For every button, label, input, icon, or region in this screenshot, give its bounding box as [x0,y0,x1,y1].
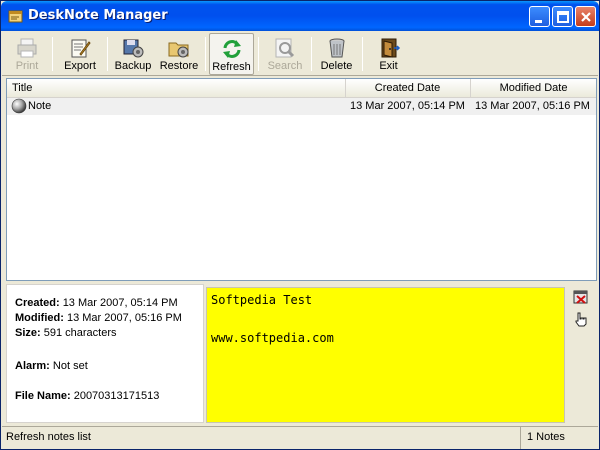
delete-label: Delete [320,60,353,72]
backup-label: Backup [114,60,152,72]
created-label: Created: [15,297,60,309]
column-header-created[interactable]: Created Date [345,79,469,98]
window-title: DeskNote Manager [28,8,168,23]
export-button[interactable]: Export [56,33,104,75]
toolbar: Print Export Backup Restore Refresh Sear… [2,31,598,76]
search-icon [275,38,295,58]
notes-count: 1 Notes [527,431,565,443]
status-bar: Refresh notes list 1 Notes [2,426,598,449]
export-icon [71,39,91,58]
column-header-title[interactable]: Title [12,79,342,98]
exit-label: Exit [379,60,398,72]
app-notebook-icon [7,7,25,25]
close-button[interactable] [575,6,596,27]
filename-row: File Name: 20070313171513 [15,390,159,402]
maximize-icon [557,11,569,23]
restore-icon [168,42,189,58]
export-label: Export [64,60,96,72]
refresh-button[interactable]: Refresh [209,33,254,75]
search-label: Search [267,60,303,72]
alarm-row: Alarm: Not set [15,360,88,372]
backup-icon [123,39,144,58]
restore-label: Restore [159,60,199,72]
note-modified-date: 13 Mar 2007, 05:16 PM [475,100,590,112]
minimize-icon [535,20,542,23]
title-bar[interactable]: DeskNote Manager [1,1,599,31]
refresh-icon [222,40,241,58]
notes-list[interactable]: Title Created Date Modified Date Note 13… [6,78,597,281]
note-title: Note [28,100,52,112]
note-line-2: www.softpedia.com [211,331,334,345]
note-preview[interactable]: Softpedia Test www.softpedia.com [206,287,565,423]
size-value: 591 characters [43,327,117,339]
toolbar-separator [107,37,108,71]
size-row: Size: 591 characters [15,327,117,339]
toolbar-separator [258,37,259,71]
close-icon [581,12,591,22]
pointer-hand-icon[interactable] [573,311,589,327]
toolbar-separator [205,37,206,71]
close-note-icon[interactable] [573,289,589,305]
maximize-button[interactable] [552,6,573,27]
refresh-label: Refresh [212,61,251,73]
size-label: Size: [15,327,41,339]
note-line-1: Softpedia Test [211,293,313,307]
status-count-panel: 1 Notes [520,427,598,449]
list-item[interactable]: Note 13 Mar 2007, 05:14 PM 13 Mar 2007, … [7,98,596,115]
exit-button[interactable]: Exit [366,33,411,75]
list-header: Title Created Date Modified Date [7,79,596,98]
delete-button[interactable]: Delete [314,33,359,75]
print-label: Print [15,60,39,72]
search-button[interactable]: Search [261,33,309,75]
created-row: Created: 13 Mar 2007, 05:14 PM [15,297,178,309]
filename-value: 20070313171513 [73,390,160,402]
alarm-label: Alarm: [15,360,50,372]
column-header-modified[interactable]: Modified Date [470,79,596,98]
toolbar-separator [52,37,53,71]
print-button[interactable]: Print [6,33,48,75]
modified-label: Modified: [15,312,64,324]
app-window: DeskNote Manager Print Export Backup Res… [0,0,600,450]
printer-icon [17,38,37,58]
toolbar-separator [311,37,312,71]
exit-door-icon [381,38,400,58]
alarm-value: Not set [52,360,88,372]
trash-icon [329,38,344,58]
modified-value: 13 Mar 2007, 05:16 PM [66,312,182,324]
backup-button[interactable]: Backup [110,33,156,75]
modified-row: Modified: 13 Mar 2007, 05:16 PM [15,312,182,324]
note-sphere-icon [11,98,27,114]
toolbar-separator [362,37,363,71]
created-value: 13 Mar 2007, 05:14 PM [62,297,178,309]
minimize-button[interactable] [529,6,550,27]
note-created-date: 13 Mar 2007, 05:14 PM [350,100,465,112]
restore-button[interactable]: Restore [156,33,202,75]
filename-label: File Name: [15,390,71,402]
note-details-panel: Created: 13 Mar 2007, 05:14 PM Modified:… [6,284,204,423]
status-message: Refresh notes list [6,431,91,443]
